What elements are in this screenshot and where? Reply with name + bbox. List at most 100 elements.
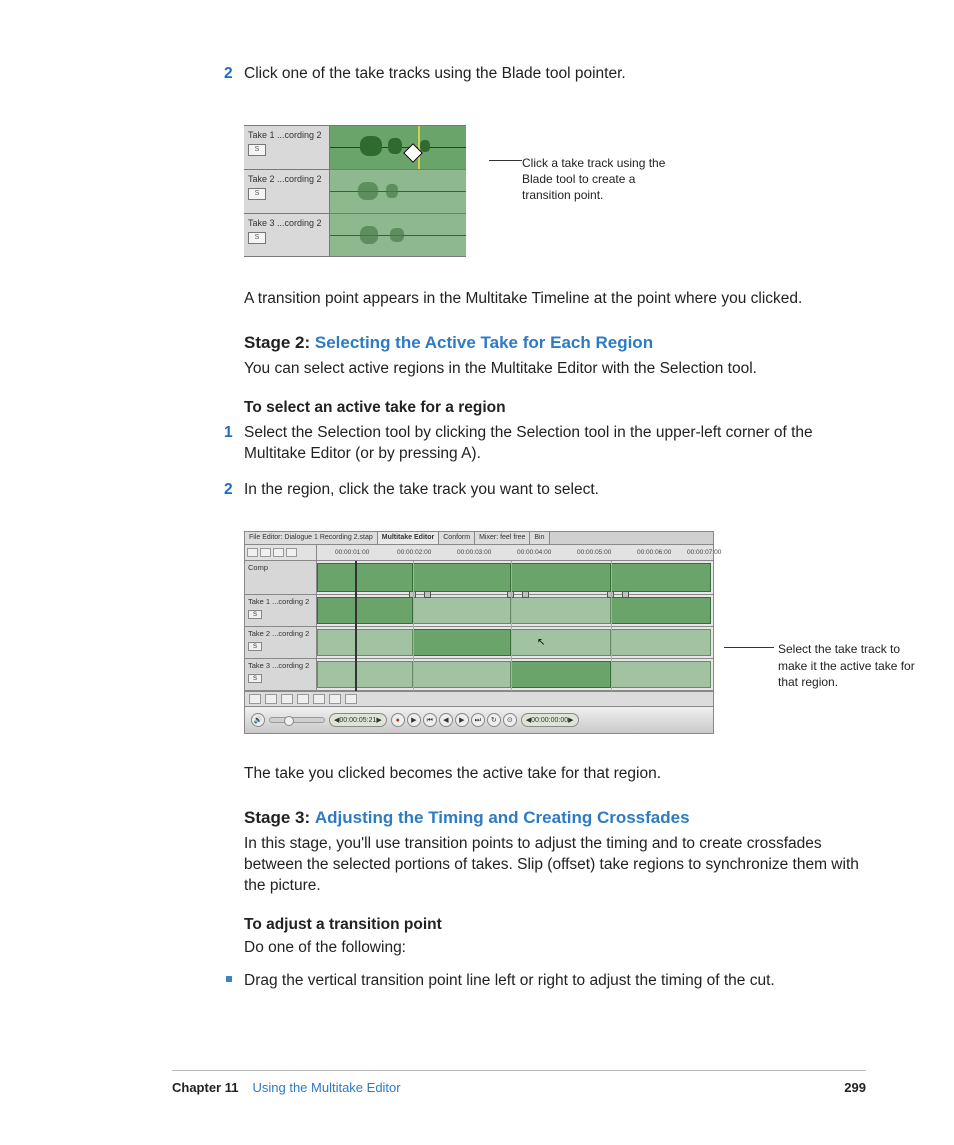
loop-button[interactable]: ↻ bbox=[487, 713, 501, 727]
callout-text: Select the take track to make it the act… bbox=[774, 641, 924, 690]
tab-mixer[interactable]: Mixer: feel free bbox=[475, 532, 530, 544]
toolbar-button[interactable] bbox=[249, 694, 261, 704]
paragraph: The take you clicked becomes the active … bbox=[244, 764, 864, 785]
track-label: Comp bbox=[245, 561, 317, 594]
callout-text: Click a take track using the Blade tool … bbox=[522, 155, 682, 204]
volume-slider[interactable] bbox=[269, 717, 325, 723]
take-row-2: Take 2 ...cording 2 S bbox=[244, 169, 466, 213]
take-track-row-2: Take 2 ...cording 2 S ↖ bbox=[245, 627, 713, 659]
stage-intro: You can select active regions in the Mul… bbox=[244, 359, 864, 380]
tab-conform[interactable]: Conform bbox=[439, 532, 475, 544]
toolbar-button[interactable] bbox=[313, 694, 325, 704]
transport-button[interactable]: ⊙ bbox=[503, 713, 517, 727]
time-tick: 00:00:06:00 bbox=[637, 549, 671, 558]
comp-track-row: Comp bbox=[245, 561, 713, 595]
time-tick: 00:00:02:00 bbox=[397, 549, 431, 558]
solo-button[interactable]: S bbox=[248, 232, 266, 244]
solo-button[interactable]: S bbox=[248, 642, 262, 651]
next-button[interactable]: ▶ bbox=[455, 713, 469, 727]
step-text: Click one of the take tracks using the B… bbox=[244, 65, 626, 82]
tool-palette bbox=[245, 545, 317, 560]
solo-button[interactable]: S bbox=[248, 144, 266, 156]
figure-1: Take 1 ...cording 2 S Take 2 ...cording … bbox=[244, 125, 864, 257]
comp-clip-area[interactable] bbox=[317, 561, 713, 594]
time-tick: 00:00:04:00 bbox=[517, 549, 551, 558]
selection-tool-button[interactable] bbox=[247, 548, 258, 557]
take-waveform[interactable] bbox=[330, 170, 466, 213]
track-label: Take 1 ...cording 2 S bbox=[245, 595, 317, 626]
solo-button[interactable]: S bbox=[248, 674, 262, 683]
task-heading: To adjust a transition point bbox=[244, 915, 864, 936]
record-button[interactable]: ● bbox=[391, 713, 405, 727]
multitake-editor-window: File Editor: Dialogue 1 Recording 2.stap… bbox=[244, 531, 714, 734]
toolbar-button[interactable] bbox=[265, 694, 277, 704]
step-number: 1 bbox=[224, 423, 233, 444]
take-clip-area[interactable]: ↖ bbox=[317, 627, 713, 658]
paragraph: A transition point appears in the Multit… bbox=[244, 289, 864, 310]
timecode-display-1: ◀ 00:00:05:21 ▶ bbox=[329, 713, 387, 727]
stage-title: Selecting the Active Take for Each Regio… bbox=[315, 333, 653, 352]
transport-bar: 🔊 ◀ 00:00:05:21 ▶ ● ▶ ⏮ ◀ ▶ ⏭ ↻ ⊙ ◀ 00:0… bbox=[245, 707, 713, 733]
step-2: 2 Click one of the take tracks using the… bbox=[244, 64, 864, 85]
step-text: Select the Selection tool by clicking th… bbox=[244, 424, 813, 462]
step-number: 2 bbox=[224, 64, 233, 85]
take-label: Take 2 ...cording 2 S bbox=[244, 170, 330, 213]
rewind-button[interactable]: ⏮ bbox=[423, 713, 437, 727]
take-label: Take 3 ...cording 2 S bbox=[244, 214, 330, 256]
stage-label: Stage 3: bbox=[244, 808, 310, 827]
blade-tool-button[interactable] bbox=[260, 548, 271, 557]
time-tick: 00:00:05:00 bbox=[577, 549, 611, 558]
tool-button[interactable] bbox=[286, 548, 297, 557]
track-name: Take 1 ...cording 2 bbox=[248, 597, 313, 607]
figure-2: File Editor: Dialogue 1 Recording 2.stap… bbox=[244, 531, 864, 734]
bullet-icon bbox=[226, 976, 232, 982]
take-name: Take 2 ...cording 2 bbox=[248, 173, 325, 185]
solo-button[interactable]: S bbox=[248, 610, 262, 619]
callout-select-take: Select the take track to make it the act… bbox=[724, 641, 924, 690]
page-footer: Chapter 11 Using the Multitake Editor 29… bbox=[172, 1070, 866, 1097]
track-name: Comp bbox=[248, 563, 313, 573]
stage-intro: In this stage, you'll use transition poi… bbox=[244, 834, 864, 897]
time-ruler[interactable]: 00:00:01:00 00:00:02:00 00:00:03:00 00:0… bbox=[317, 545, 713, 560]
take-clip-area[interactable] bbox=[317, 659, 713, 690]
ffwd-button[interactable]: ⏭ bbox=[471, 713, 485, 727]
step-number: 2 bbox=[224, 480, 233, 501]
tab-file-editor[interactable]: File Editor: Dialogue 1 Recording 2.stap bbox=[245, 532, 378, 544]
prev-button[interactable]: ◀ bbox=[439, 713, 453, 727]
track-label: Take 3 ...cording 2 S bbox=[245, 659, 317, 690]
task-heading: To select an active take for a region bbox=[244, 398, 864, 419]
stage2-step-1: 1 Select the Selection tool by clicking … bbox=[244, 423, 864, 465]
step-text: In the region, click the take track you … bbox=[244, 481, 599, 498]
tracks-area: Comp Take 1 ...cording 2 S bbox=[245, 561, 713, 691]
bullet-text: Drag the vertical transition point line … bbox=[244, 972, 775, 989]
take-waveform[interactable] bbox=[330, 126, 466, 169]
toolbar-button[interactable] bbox=[345, 694, 357, 704]
bottom-toolbar bbox=[245, 691, 713, 707]
track-name: Take 2 ...cording 2 bbox=[248, 629, 313, 639]
toolbar-button[interactable] bbox=[281, 694, 293, 704]
take-clip-area[interactable] bbox=[317, 595, 713, 626]
take-row-1: Take 1 ...cording 2 S bbox=[244, 125, 466, 169]
tab-multitake-editor[interactable]: Multitake Editor bbox=[378, 532, 440, 544]
callout-blade-tool: Click a take track using the Blade tool … bbox=[489, 155, 682, 204]
play-button[interactable]: ▶ bbox=[407, 713, 421, 727]
toolbar-button[interactable] bbox=[297, 694, 309, 704]
stage-label: Stage 2: bbox=[244, 333, 310, 352]
callout-line bbox=[724, 647, 774, 648]
tab-bin[interactable]: Bin bbox=[530, 532, 549, 544]
tool-button[interactable] bbox=[273, 548, 284, 557]
take-name: Take 3 ...cording 2 bbox=[248, 217, 325, 229]
ruler-header: 00:00:01:00 00:00:02:00 00:00:03:00 00:0… bbox=[245, 545, 713, 561]
tab-bar: File Editor: Dialogue 1 Recording 2.stap… bbox=[245, 532, 713, 545]
toolbar-button[interactable] bbox=[329, 694, 341, 704]
take-tracks-panel: Take 1 ...cording 2 S Take 2 ...cording … bbox=[244, 125, 466, 257]
solo-button[interactable]: S bbox=[248, 188, 266, 200]
take-track-row-1: Take 1 ...cording 2 S bbox=[245, 595, 713, 627]
take-waveform[interactable] bbox=[330, 214, 466, 256]
speaker-icon[interactable]: 🔊 bbox=[251, 713, 265, 727]
take-name: Take 1 ...cording 2 bbox=[248, 129, 325, 141]
chapter-title: Using the Multitake Editor bbox=[252, 1079, 400, 1097]
cursor-arrow-icon: ↖ bbox=[537, 636, 545, 650]
time-tick: 00:00:01:00 bbox=[335, 549, 369, 558]
page-number: 299 bbox=[844, 1079, 866, 1097]
